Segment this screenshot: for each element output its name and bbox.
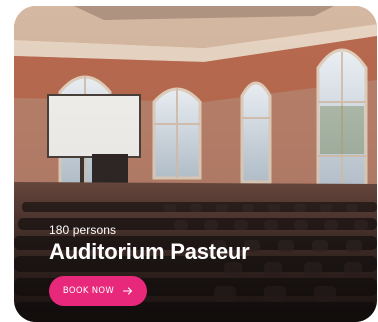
book-now-button[interactable]: BOOK NOW — [49, 276, 147, 306]
book-now-label: BOOK NOW — [62, 286, 115, 296]
venue-card[interactable]: 180 persons Auditorium Pasteur BOOK NOW — [14, 6, 377, 322]
capacity-label: 180 persons — [49, 223, 117, 237]
arrow-right-icon — [123, 287, 133, 295]
venue-photo — [14, 6, 377, 322]
venue-title: Auditorium Pasteur — [49, 239, 250, 264]
